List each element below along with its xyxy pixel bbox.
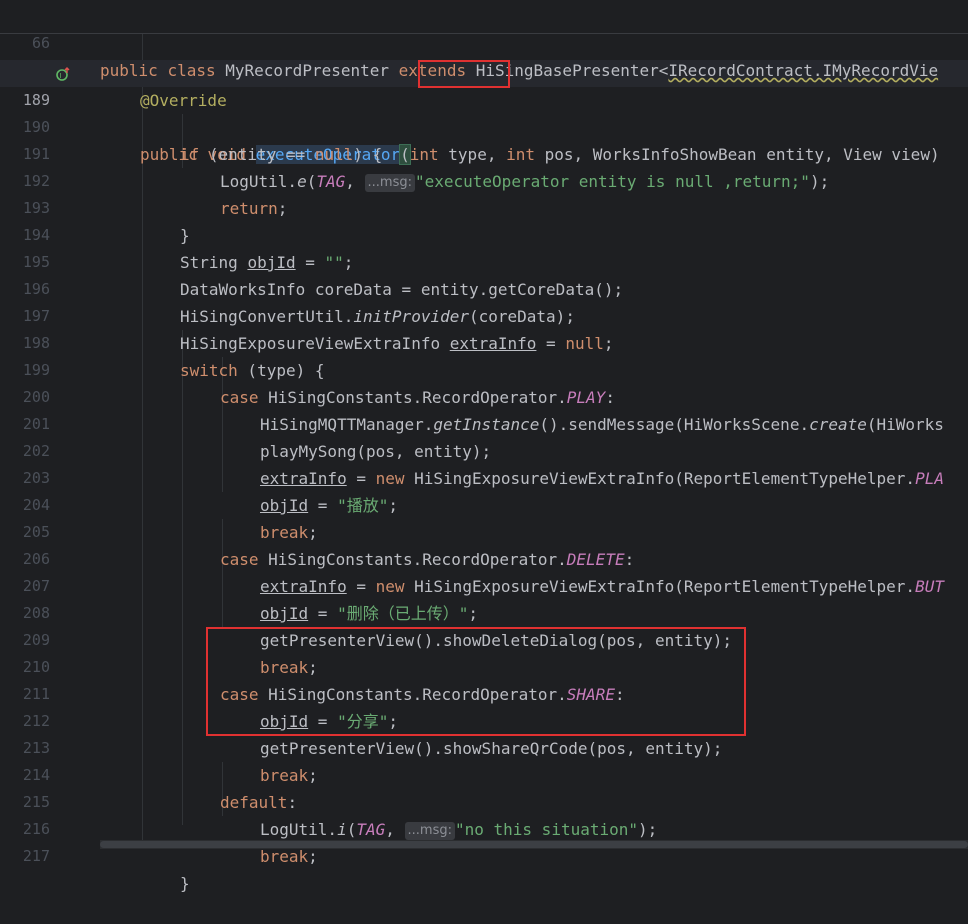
- scrollbar-thumb[interactable]: [100, 841, 968, 848]
- code-editor[interactable]: 66 public class MyRecordPresenter extend…: [0, 0, 968, 893]
- code-line[interactable]: 200 HiSingMQTTManager.getInstance().send…: [0, 357, 968, 434]
- keyword: public: [100, 61, 158, 80]
- code-line[interactable]: 195 DataWorksInfo coreData = entity.getC…: [0, 222, 968, 299]
- class-name: MyRecordPresenter: [225, 61, 390, 80]
- line-number: 217: [22, 847, 50, 865]
- svg-text:I: I: [60, 72, 62, 80]
- code-line[interactable]: 205 case HiSingConstants.RecordOperator.…: [0, 492, 968, 569]
- code-text: }: [180, 874, 190, 893]
- code-line[interactable]: 203 objId = "播放";: [0, 438, 968, 515]
- code-line[interactable]: 215 LogUtil.i(TAG, ...msg: "no this situa…: [0, 762, 968, 840]
- code-line[interactable]: 188 @Override: [0, 33, 968, 110]
- code-line[interactable]: 198 switch (type) {: [0, 303, 968, 380]
- code-line[interactable]: 190 if (entity == null) {: [0, 87, 968, 164]
- code-line[interactable]: 206 extraInfo = new HiSingExposureViewEx…: [0, 519, 968, 596]
- code-line[interactable]: 209 break;: [0, 600, 968, 677]
- code-line[interactable]: 207 objId = "删除（已上传）";: [0, 546, 968, 623]
- sticky-class-header[interactable]: 66 public class MyRecordPresenter extend…: [0, 0, 968, 80]
- code-line[interactable]: 217 }: [0, 816, 968, 893]
- code-line[interactable]: 202 extraInfo = new HiSingExposureViewEx…: [0, 411, 968, 488]
- line-number: 66: [31, 34, 50, 52]
- code-line[interactable]: 194 String objId = "";: [0, 195, 968, 272]
- code-line[interactable]: 196 HiSingConvertUtil.initProvider(coreD…: [0, 249, 968, 326]
- code-text: ;: [308, 847, 318, 866]
- code-line[interactable]: 201 playMySong(pos, entity);: [0, 384, 968, 461]
- highlight-box-share-case: [206, 627, 746, 736]
- keyword: break: [260, 847, 309, 866]
- code-line[interactable]: 204 break;: [0, 465, 968, 542]
- code-line[interactable]: 199 case HiSingConstants.RecordOperator.…: [0, 330, 968, 407]
- keyword: class: [167, 61, 216, 80]
- horizontal-scrollbar[interactable]: [100, 840, 968, 849]
- code-line[interactable]: 191 LogUtil.e(TAG, ...msg: "executeOperat…: [0, 114, 968, 192]
- code-line[interactable]: 193 }: [0, 168, 968, 245]
- code-line[interactable]: 197 HiSingExposureViewExtraInfo extraInf…: [0, 276, 968, 353]
- code-line[interactable]: 208 getPresenterView().showDeleteDialog(…: [0, 573, 968, 650]
- override-gutter-icon[interactable]: I: [56, 67, 70, 81]
- highlight-box-type-param: [418, 60, 510, 88]
- code-line[interactable]: 214 default:: [0, 735, 968, 812]
- generic-type: IRecordContract.IMyRecordVie: [668, 61, 939, 80]
- code-line[interactable]: 216 break;: [0, 789, 968, 866]
- code-line[interactable]: 192 return;: [0, 141, 968, 218]
